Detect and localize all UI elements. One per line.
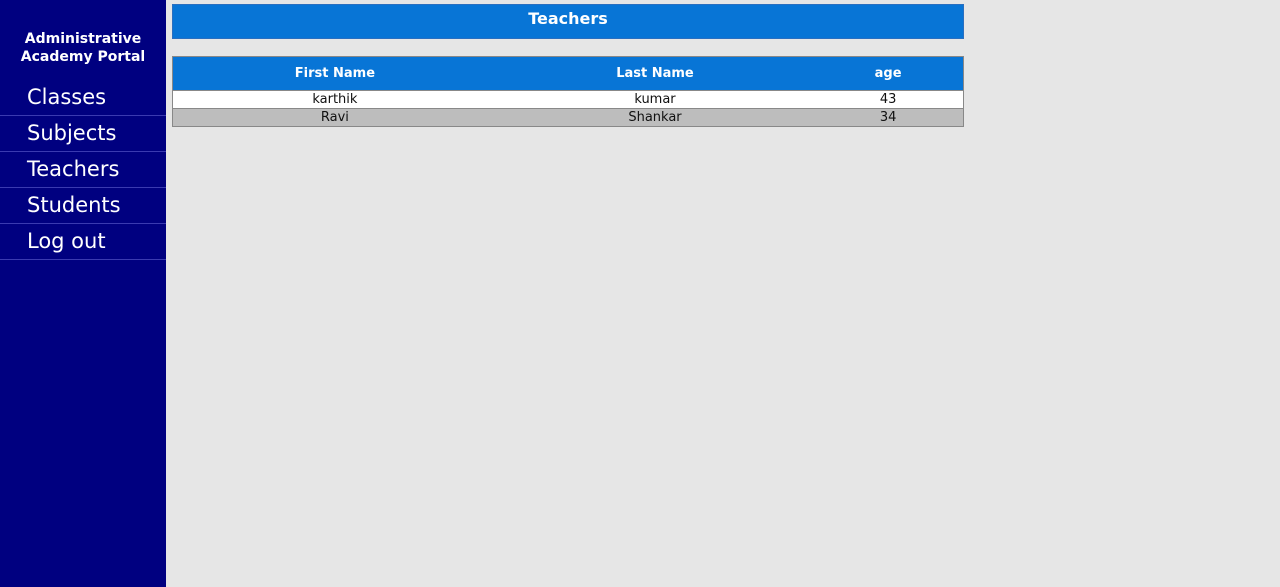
sidebar-item-students[interactable]: Students [0, 188, 166, 224]
sidebar-item-logout[interactable]: Log out [0, 224, 166, 260]
sidebar-item-teachers[interactable]: Teachers [0, 152, 166, 188]
sidebar-item-subjects[interactable]: Subjects [0, 116, 166, 152]
table-row: Ravi Shankar 34 [172, 108, 964, 127]
sidebar: Administrative Academy Portal Classes Su… [0, 0, 166, 587]
page-title: Teachers [172, 4, 964, 39]
sidebar-item-classes[interactable]: Classes [0, 80, 166, 116]
cell-age: 34 [813, 108, 964, 127]
column-header-first-name: First Name [172, 56, 497, 91]
cell-last-name: Shankar [496, 108, 814, 127]
brand-line-1: Administrative [24, 31, 142, 47]
brand-title: Administrative Academy Portal [0, 0, 166, 80]
brand-line-2: Academy Portal [20, 49, 146, 65]
column-header-last-name: Last Name [496, 56, 814, 91]
cell-first-name: karthik [172, 90, 497, 109]
cell-last-name: kumar [496, 90, 814, 109]
cell-first-name: Ravi [172, 108, 497, 127]
teachers-table: First Name Last Name age karthik kumar 4… [172, 56, 964, 127]
table-header-row: First Name Last Name age [172, 56, 964, 91]
column-header-age: age [813, 56, 964, 91]
cell-age: 43 [813, 90, 964, 109]
sidebar-nav: Classes Subjects Teachers Students Log o… [0, 80, 166, 260]
main-content: Teachers First Name Last Name age karthi… [172, 4, 964, 127]
table-row: karthik kumar 43 [172, 90, 964, 109]
